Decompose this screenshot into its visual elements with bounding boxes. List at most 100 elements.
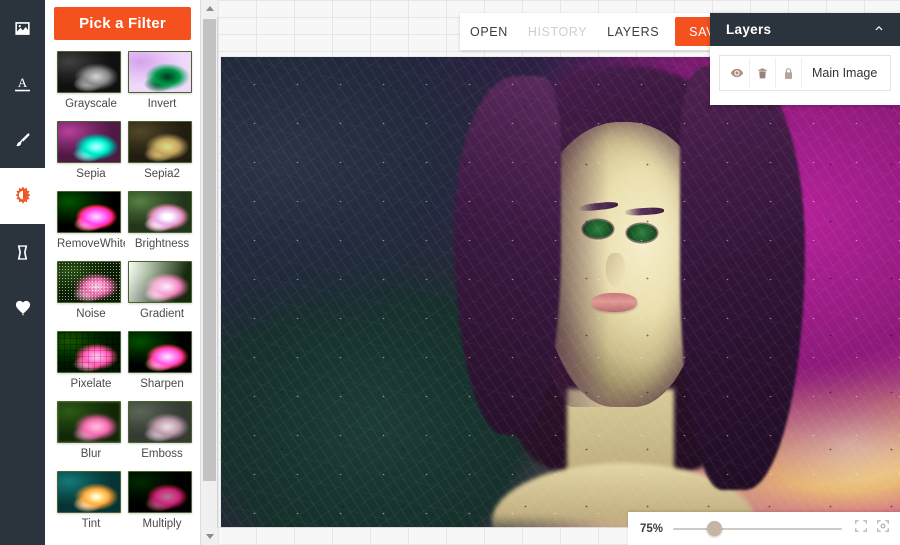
svg-text:A: A [18, 75, 28, 90]
filters-panel: Pick a Filter Grayscale Invert Sepia Sepia2… [45, 0, 218, 545]
filter-thumbnail[interactable] [128, 401, 192, 443]
filter-thumbnail[interactable] [57, 121, 121, 163]
filter-thumbnail[interactable] [128, 51, 192, 93]
filter-item[interactable]: Gradient [128, 261, 196, 322]
filter-preview-image [129, 262, 191, 302]
filter-preview-image [58, 262, 120, 302]
filter-preview-image [58, 472, 120, 512]
history-button: HISTORY [527, 24, 588, 39]
filter-thumbnail[interactable] [57, 261, 121, 303]
rail-item-frames[interactable] [0, 224, 45, 280]
zoom-bar: 75% [628, 512, 900, 545]
filter-preview-image [129, 122, 191, 162]
zoom-slider-handle[interactable] [706, 521, 722, 536]
layer-row[interactable]: Main Image [719, 55, 891, 91]
filter-thumbnail[interactable] [57, 331, 121, 373]
scroll-up-arrow-icon[interactable] [201, 0, 218, 17]
filters-scrollbar[interactable] [200, 0, 218, 545]
rail-item-stickers[interactable] [0, 280, 45, 336]
filter-thumbnail[interactable] [128, 471, 192, 513]
rail-item-image[interactable] [0, 0, 45, 56]
filter-preview-image [129, 332, 191, 372]
eye-icon[interactable] [724, 58, 750, 88]
filter-item[interactable]: Sepia2 [128, 121, 196, 182]
filter-preview-image [129, 472, 191, 512]
filter-preview-image [129, 402, 191, 442]
frame-icon [13, 243, 32, 262]
filter-preview-image [58, 402, 120, 442]
fit-to-screen-icon[interactable] [854, 519, 868, 538]
chevron-up-icon[interactable] [872, 21, 886, 38]
filter-label: Sepia [76, 168, 106, 180]
layers-button[interactable]: LAYERS [597, 13, 669, 50]
trash-icon[interactable] [750, 58, 776, 88]
zoom-actions [854, 519, 900, 538]
filter-label: Grayscale [65, 98, 117, 110]
filter-preview-image [58, 52, 120, 92]
filter-thumbnail[interactable] [57, 51, 121, 93]
filter-item[interactable]: Brightness [128, 191, 196, 252]
filter-item[interactable]: RemoveWhite [57, 191, 125, 252]
filter-item[interactable]: Multiply [128, 471, 196, 532]
filter-label: Blur [80, 448, 102, 460]
heart-icon [13, 298, 33, 318]
zoom-slider[interactable] [673, 521, 842, 537]
center-focus-icon[interactable] [876, 519, 890, 538]
filter-label: Noise [76, 308, 106, 320]
canvas-image[interactable] [221, 57, 900, 527]
filter-thumbnail[interactable] [57, 471, 121, 513]
text-icon: A [12, 74, 33, 95]
image-speckle-texture [221, 57, 900, 527]
left-tool-rail: A [0, 0, 45, 545]
image-icon [13, 19, 32, 38]
filter-item[interactable]: Invert [128, 51, 196, 112]
filter-label: Gradient [139, 308, 185, 320]
layers-panel-header: Layers [710, 13, 900, 46]
filters-grid: Grayscale Invert Sepia Sepia2 RemoveWhite Bri… [45, 47, 200, 541]
filter-label: Multiply [142, 518, 182, 530]
open-button[interactable]: OPEN [460, 13, 518, 50]
filter-label: Brightness [134, 238, 190, 250]
lock-icon[interactable] [776, 58, 802, 88]
filter-item[interactable]: Grayscale [57, 51, 125, 112]
rail-item-text[interactable]: A [0, 56, 45, 112]
filter-label: Invert [147, 98, 177, 110]
zoom-percent-label: 75% [640, 522, 664, 535]
filter-label: RemoveWhite [57, 238, 125, 250]
filter-thumbnail[interactable] [128, 191, 192, 233]
filter-thumbnail[interactable] [128, 121, 192, 163]
filter-item[interactable]: Emboss [128, 401, 196, 462]
filter-thumbnail[interactable] [128, 331, 192, 373]
top-toolbar: OPEN HISTORY LAYERS SAVE [460, 13, 743, 50]
filter-label: Tint [81, 518, 101, 530]
rail-item-filters[interactable] [0, 168, 45, 224]
filter-icon [12, 185, 34, 207]
filter-item[interactable]: Pixelate [57, 331, 125, 392]
filter-item[interactable]: Blur [57, 401, 125, 462]
zoom-slider-track [673, 527, 842, 530]
layers-panel: Layers Main Image [710, 13, 900, 105]
filters-scroll-area: Grayscale Invert Sepia Sepia2 RemoveWhite Bri… [45, 47, 200, 545]
filter-label: Sharpen [140, 378, 184, 390]
filter-preview-image [129, 52, 191, 92]
filter-item[interactable]: Noise [57, 261, 125, 322]
layers-panel-title: Layers [726, 22, 772, 37]
layers-list: Main Image [710, 46, 900, 100]
rail-item-draw[interactable] [0, 112, 45, 168]
filter-item[interactable]: Tint [57, 471, 125, 532]
filter-item[interactable]: Sepia [57, 121, 125, 182]
filter-item[interactable]: Sharpen [128, 331, 196, 392]
pick-a-filter-button[interactable]: Pick a Filter [54, 7, 191, 40]
filter-thumbnail[interactable] [128, 261, 192, 303]
filter-label: Pixelate [70, 378, 112, 390]
scroll-down-arrow-icon[interactable] [201, 528, 218, 545]
layer-name: Main Image [812, 66, 878, 80]
brush-icon [13, 131, 32, 150]
filter-preview-image [129, 192, 191, 232]
filter-label: Sepia2 [144, 168, 180, 180]
filter-thumbnail[interactable] [57, 401, 121, 443]
filter-preview-image [58, 122, 120, 162]
scrollbar-thumb[interactable] [203, 19, 216, 481]
filter-preview-image [58, 192, 120, 232]
filter-thumbnail[interactable] [57, 191, 121, 233]
